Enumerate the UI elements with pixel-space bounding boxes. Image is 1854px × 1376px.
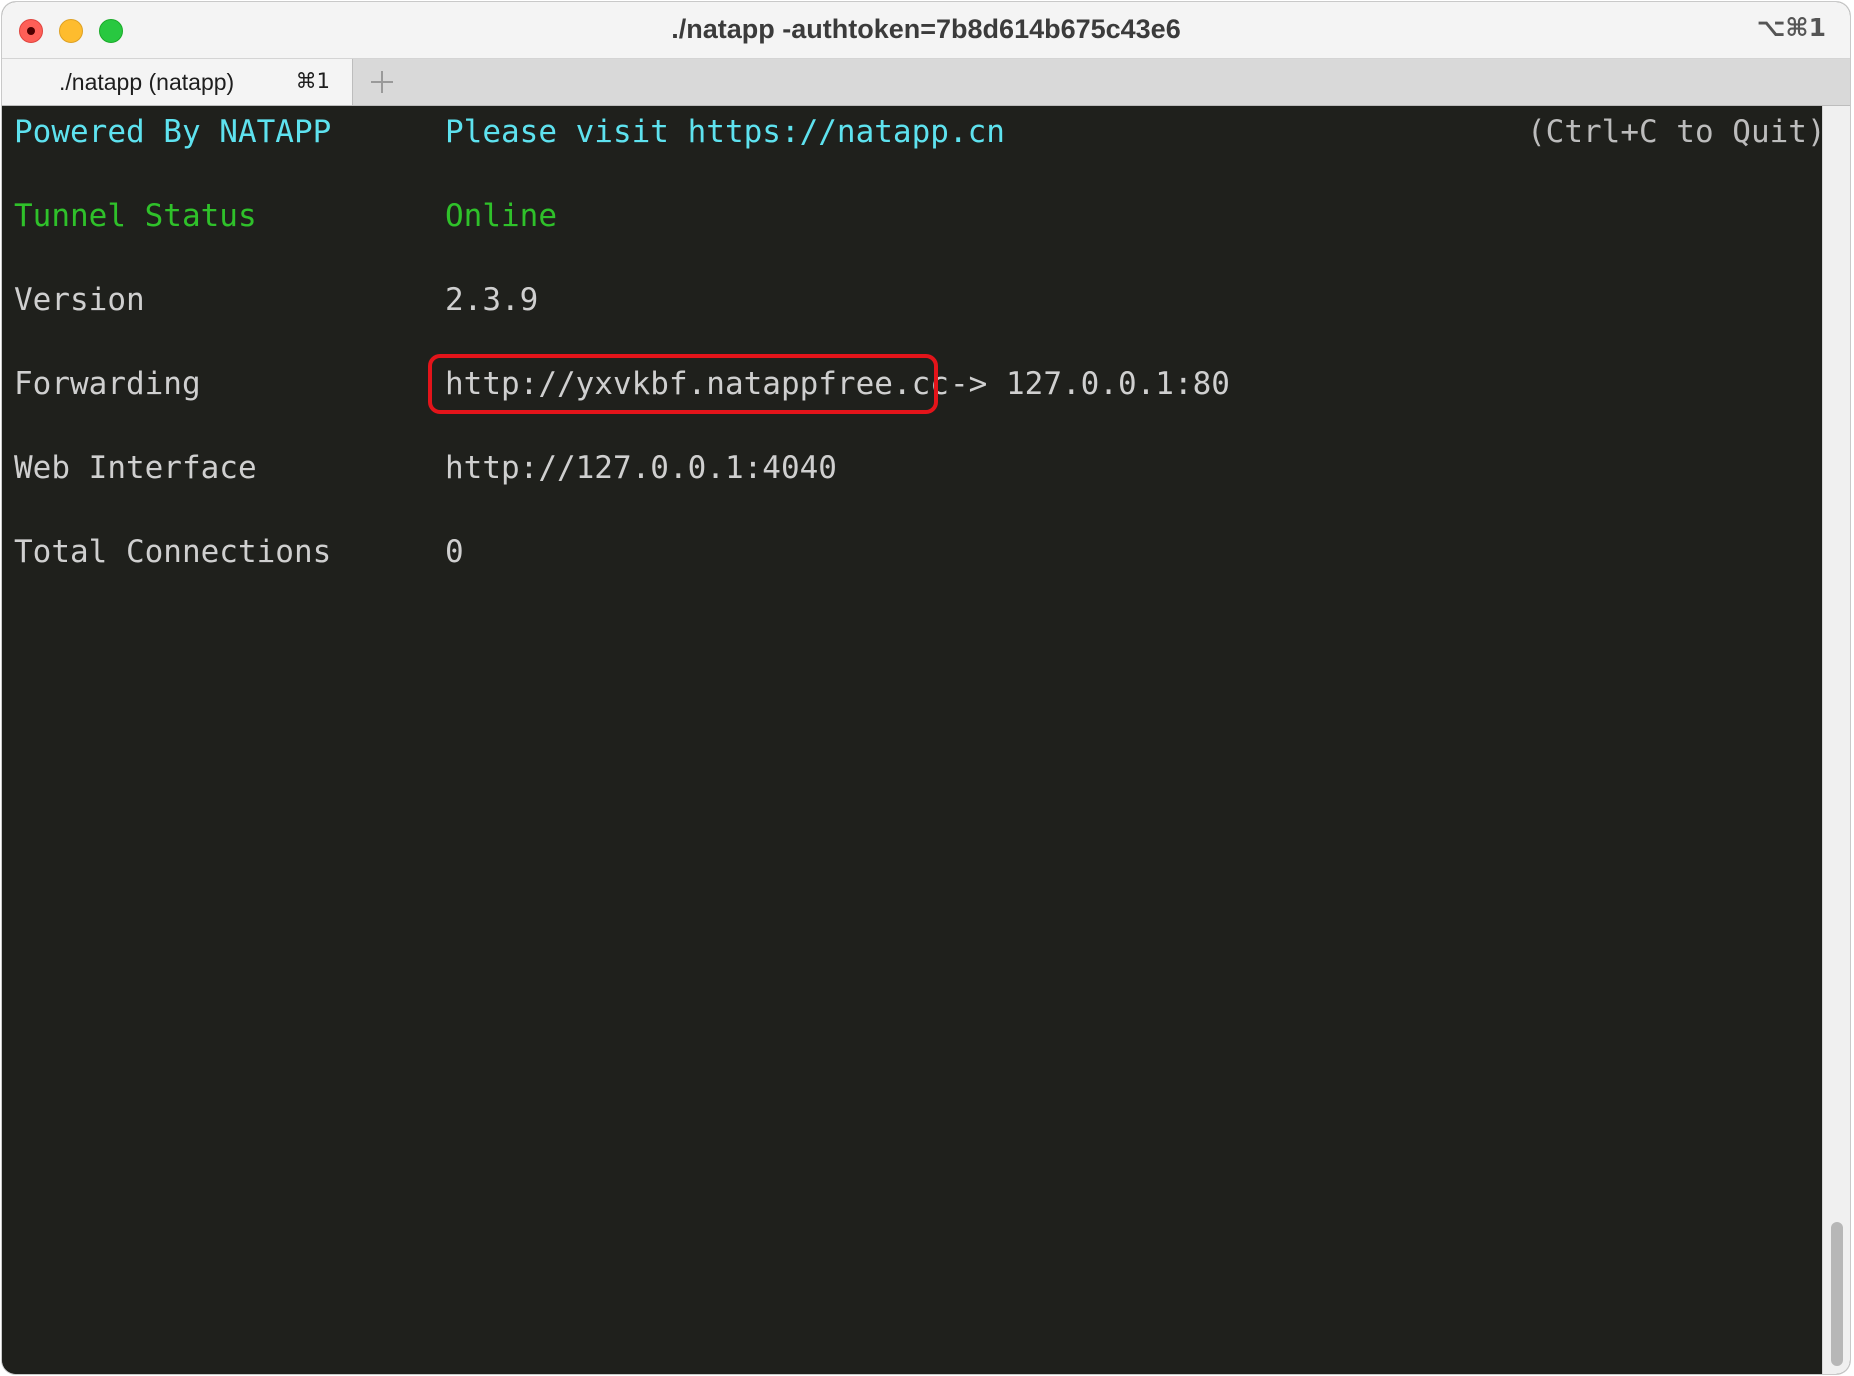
tab-label: ./natapp (natapp) <box>59 69 235 95</box>
window-shortcut: ⌥⌘1 <box>1756 13 1826 42</box>
forwarding-target: -> 127.0.0.1:80 <box>950 366 1230 402</box>
terminal-window: ./natapp -authtoken=7b8d614b675c43e6 ⌥⌘1… <box>2 2 1850 1374</box>
version-label: Version <box>14 282 145 318</box>
web-interface-url[interactable]: http://127.0.0.1:4040 <box>445 448 837 488</box>
forwarding-label: Forwarding <box>14 366 201 402</box>
title-bar[interactable]: ./natapp -authtoken=7b8d614b675c43e6 ⌥⌘1 <box>2 2 1850 59</box>
tab-natapp[interactable]: ./natapp (natapp) ⌘1 <box>2 59 353 105</box>
tunnel-status-label: Tunnel Status <box>14 198 257 234</box>
forwarding-highlight-box <box>428 354 938 414</box>
plus-icon[interactable] <box>364 62 400 100</box>
tab-bar: ./natapp (natapp) ⌘1 <box>2 59 1850 106</box>
total-connections-label: Total Connections <box>14 534 332 570</box>
scrollbar-thumb[interactable] <box>1831 1222 1843 1366</box>
quit-hint: (Ctrl+C to Quit) <box>1527 114 1826 150</box>
visit-text: Please visit https://natapp.cn <box>445 114 1005 150</box>
tab-shortcut: ⌘1 <box>295 69 330 93</box>
window-title: ./natapp -authtoken=7b8d614b675c43e6 <box>671 14 1181 44</box>
powered-by-text: Powered By NATAPP <box>14 114 332 150</box>
version-value: 2.3.9 <box>445 282 539 318</box>
tunnel-status-value: Online <box>445 198 557 234</box>
total-connections-value: 0 <box>445 534 464 570</box>
vertical-scrollbar[interactable] <box>1822 106 1850 1374</box>
terminal-output[interactable]: Powered By NATAPP Please visit https://n… <box>2 106 1826 1374</box>
web-interface-label: Web Interface <box>14 450 257 486</box>
